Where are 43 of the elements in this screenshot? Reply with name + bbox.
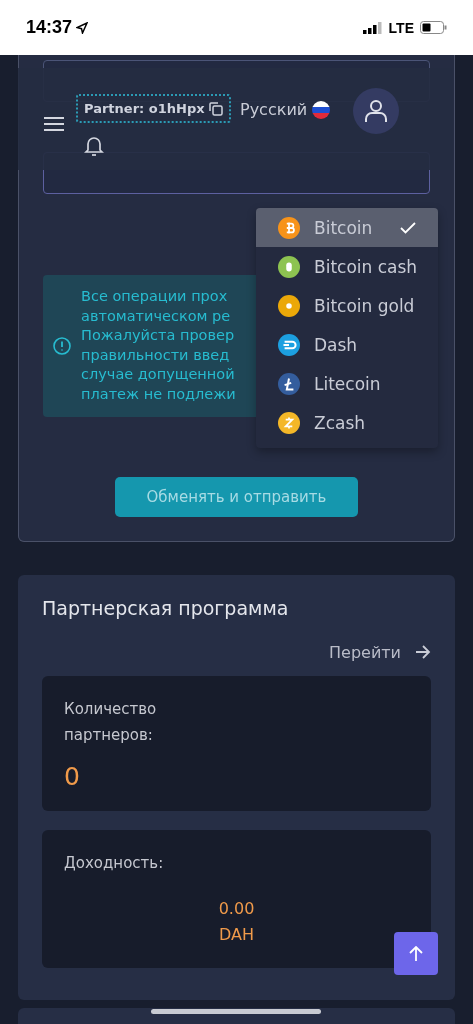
arrow-right-icon[interactable]: [415, 645, 431, 660]
notice-text: автоматическом ре: [81, 306, 232, 326]
notice-text: платеж не подлежи: [81, 384, 236, 404]
go-link[interactable]: Перейти: [329, 642, 401, 662]
currency-name: Litecoin: [314, 373, 381, 394]
stat-value: 0: [64, 761, 81, 791]
stat-label: Количество партнеров:: [64, 698, 158, 746]
section-title: Партнерская программа: [42, 596, 290, 619]
currency-option[interactable]: Dash: [256, 325, 438, 364]
check-icon: [400, 221, 417, 234]
currency-name: Bitcoin: [314, 217, 373, 238]
language-selector[interactable]: Русский: [240, 100, 308, 119]
alert-icon: [53, 336, 71, 355]
currency-name: Dash: [314, 334, 358, 355]
signal-icon: [362, 21, 383, 34]
partner-code: Partner: o1hHpx: [84, 101, 205, 116]
copy-icon[interactable]: [208, 101, 223, 116]
partner-badge[interactable]: Partner: o1hHpx: [76, 94, 231, 123]
arrow-up-icon: [409, 945, 423, 962]
user-icon: [365, 99, 387, 123]
clock-time: 14:37: [26, 17, 73, 38]
scroll-top-button[interactable]: [394, 932, 438, 975]
flag-icon[interactable]: [312, 100, 331, 119]
network-label: LTE: [388, 19, 414, 36]
notice-text: правильности введ: [81, 345, 231, 365]
currency-name: Bitcoin cash: [314, 256, 418, 277]
menu-icon[interactable]: [44, 116, 64, 132]
currency-option[interactable]: Bitcoin: [256, 208, 438, 247]
battery-icon: [420, 21, 447, 34]
profile-button[interactable]: [353, 88, 399, 134]
notice-text: Все операции прох: [81, 287, 229, 306]
notice-text: Пожалуйста провер: [81, 326, 236, 346]
currency-name: Bitcoin gold: [314, 295, 415, 316]
currency-option[interactable]: Zcash: [256, 403, 438, 442]
currency-name: Zcash: [314, 412, 366, 433]
stat-value: 0.00 DAH: [217, 897, 256, 946]
currency-option[interactable]: Litecoin: [256, 364, 438, 403]
stat-label: Доходность:: [64, 852, 165, 874]
currency-option[interactable]: Bitcoin cash: [256, 247, 438, 286]
bell-icon[interactable]: [84, 135, 104, 157]
currency-option[interactable]: Bitcoin gold: [256, 286, 438, 325]
notice-text: случае допущенной: [81, 365, 236, 385]
location-arrow-icon: [76, 21, 89, 34]
